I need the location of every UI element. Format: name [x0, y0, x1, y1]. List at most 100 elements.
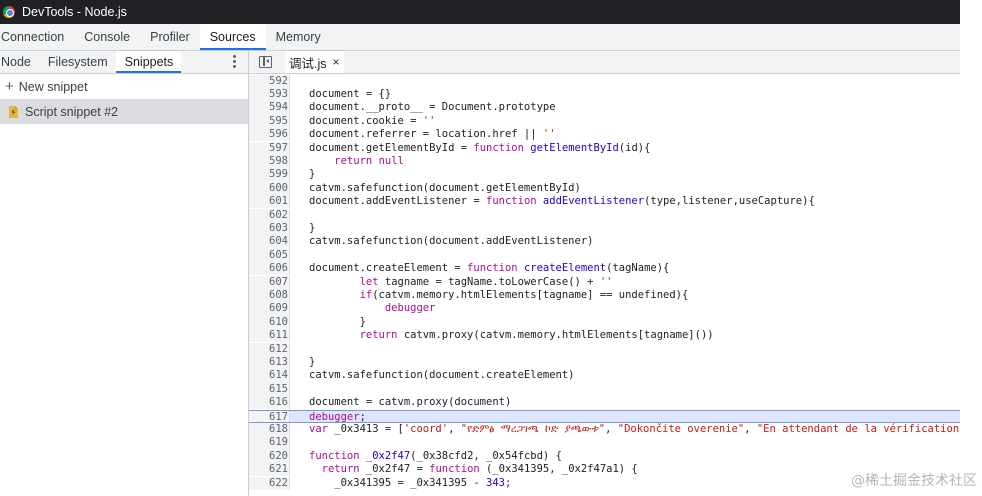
- line-number[interactable]: 596: [249, 128, 289, 142]
- code-token: "En attendant de la vérification: [756, 422, 960, 435]
- code-line[interactable]: 592: [249, 74, 960, 88]
- plus-icon: +: [5, 78, 14, 95]
- line-number[interactable]: 604: [249, 235, 289, 249]
- code-token: document.getElementById =: [309, 141, 474, 154]
- tab-connection[interactable]: Connection: [0, 24, 74, 50]
- line-number[interactable]: 622: [249, 476, 289, 490]
- code-line[interactable]: 597 document.getElementById = function ge…: [249, 141, 960, 155]
- code-line[interactable]: 606 document.createElement = function cre…: [249, 262, 960, 276]
- code-line[interactable]: 604 catvm.safefunction(document.addEventL…: [249, 235, 960, 249]
- line-number[interactable]: 601: [249, 195, 289, 209]
- line-number[interactable]: 613: [249, 355, 289, 370]
- code-line[interactable]: 613}: [249, 355, 960, 370]
- tab-snippets[interactable]: Snippets: [115, 51, 182, 73]
- code-line[interactable]: 620 function _0x2f47(_0x38cfd2, _0x54fcbd…: [249, 449, 960, 464]
- gutter-divider: [289, 87, 290, 102]
- tab-memory[interactable]: Memory: [266, 24, 331, 50]
- tab-filesystem[interactable]: Filesystem: [39, 51, 116, 73]
- line-number[interactable]: 617: [249, 410, 289, 423]
- line-number[interactable]: 600: [249, 181, 289, 196]
- code-line[interactable]: 598 return null: [249, 154, 960, 169]
- line-number[interactable]: 598: [249, 154, 289, 169]
- line-code: document = {}: [309, 88, 391, 101]
- code-line[interactable]: 605: [249, 248, 960, 263]
- code-line[interactable]: 612: [249, 342, 960, 356]
- line-number[interactable]: 599: [249, 168, 289, 182]
- new-snippet-button[interactable]: + New snippet: [0, 74, 248, 100]
- line-code: document.getElementById = function getEl…: [309, 142, 650, 155]
- line-number[interactable]: 602: [249, 208, 289, 222]
- line-number[interactable]: 603: [249, 221, 289, 236]
- line-number[interactable]: 607: [249, 275, 289, 289]
- file-tab[interactable]: 调试.js ×: [285, 51, 344, 73]
- code-area[interactable]: 592 593 document = {} 594 document.__proto__…: [249, 74, 960, 496]
- code-line[interactable]: 610 }: [249, 315, 960, 330]
- code-line[interactable]: 601 document.addEventListener = function …: [249, 195, 960, 209]
- code-token: }: [309, 315, 366, 328]
- code-line-current[interactable]: 617 debugger;: [249, 409, 960, 423]
- code-line[interactable]: 594 document.__proto__ = Document.prototy…: [249, 101, 960, 115]
- line-code: document.referrer = location.href || '': [309, 128, 556, 141]
- line-number[interactable]: 609: [249, 302, 289, 316]
- code-line[interactable]: 600 catvm.safefunction(document.getElemen…: [249, 181, 960, 196]
- code-line[interactable]: 611 return catvm.proxy(catvm.memory.html…: [249, 329, 960, 343]
- line-number[interactable]: 605: [249, 248, 289, 263]
- tab-profiler[interactable]: Profiler: [140, 24, 200, 50]
- line-number[interactable]: 619: [249, 436, 289, 450]
- more-options-icon[interactable]: [230, 54, 238, 70]
- code-token: catvm.safefunction(document.getElementBy…: [309, 181, 581, 194]
- gutter-divider: [289, 342, 290, 356]
- code-line[interactable]: 616 document = catvm.proxy(document): [249, 396, 960, 410]
- code-line[interactable]: 593 document = {}: [249, 87, 960, 102]
- line-number[interactable]: 606: [249, 262, 289, 276]
- code-line[interactable]: 595 document.cookie = '': [249, 114, 960, 129]
- code-token: }: [309, 168, 316, 181]
- code-line[interactable]: 614 catvm.safefunction(document.createEle…: [249, 369, 960, 383]
- line-number[interactable]: 595: [249, 114, 289, 129]
- code-token: document.createElement =: [309, 262, 468, 275]
- code-token: getElementById: [530, 141, 619, 154]
- code-line[interactable]: 608 if(catvm.memory.htmlElements[tagname…: [249, 288, 960, 303]
- code-token: (catvm.memory.htmlElements[tagname] == u…: [372, 288, 689, 301]
- toggle-navigator-icon[interactable]: [259, 56, 272, 68]
- close-icon[interactable]: ×: [333, 55, 340, 69]
- code-line[interactable]: 607 let tagname = tagName.toLowerCase() …: [249, 275, 960, 289]
- tab-node[interactable]: Node: [0, 51, 39, 73]
- code-token: "Dokončite overenie": [617, 422, 745, 435]
- code-line[interactable]: 596 document.referrer = location.href || …: [249, 128, 960, 142]
- code-line[interactable]: 602: [249, 208, 960, 222]
- line-code: document.addEventListener = function add…: [309, 195, 815, 208]
- line-number[interactable]: 618: [249, 422, 289, 437]
- code-token: _0x2f47: [365, 449, 411, 462]
- code-token: createElement: [523, 262, 607, 275]
- code-line[interactable]: 609 debugger: [249, 302, 960, 316]
- line-number[interactable]: 610: [249, 315, 289, 330]
- line-number[interactable]: 592: [249, 74, 289, 88]
- line-number[interactable]: 611: [249, 329, 289, 343]
- line-number[interactable]: 620: [249, 449, 289, 464]
- line-number[interactable]: 593: [249, 87, 289, 102]
- code-token: (_0x38cfd2, _0x54fcbd) {: [410, 449, 562, 462]
- snippet-item[interactable]: Script snippet #2: [0, 100, 248, 124]
- line-number[interactable]: 614: [249, 369, 289, 383]
- code-line[interactable]: 599}: [249, 168, 960, 182]
- gutter-divider: [289, 181, 290, 196]
- line-code: }: [309, 168, 315, 181]
- line-number[interactable]: 612: [249, 342, 289, 356]
- line-number[interactable]: 616: [249, 396, 289, 410]
- line-number[interactable]: 608: [249, 288, 289, 303]
- line-code: catvm.safefunction(document.addEventList…: [309, 235, 593, 248]
- line-number[interactable]: 615: [249, 382, 289, 397]
- code-line[interactable]: 603}: [249, 221, 960, 236]
- code-token: (id){: [618, 141, 651, 154]
- code-line[interactable]: 619: [249, 436, 960, 450]
- line-number[interactable]: 594: [249, 101, 289, 115]
- code-token: 'coord': [403, 422, 449, 435]
- tab-console[interactable]: Console: [74, 24, 140, 50]
- line-number[interactable]: 621: [249, 463, 289, 477]
- tab-sources[interactable]: Sources: [199, 24, 266, 50]
- code-token: debugger: [309, 410, 360, 423]
- line-number[interactable]: 597: [249, 141, 289, 155]
- code-line[interactable]: 615: [249, 382, 960, 397]
- code-line[interactable]: 618 var _0x3413 = ['coord', "የድምፅ ማረጋገጫ ኮ…: [249, 422, 960, 437]
